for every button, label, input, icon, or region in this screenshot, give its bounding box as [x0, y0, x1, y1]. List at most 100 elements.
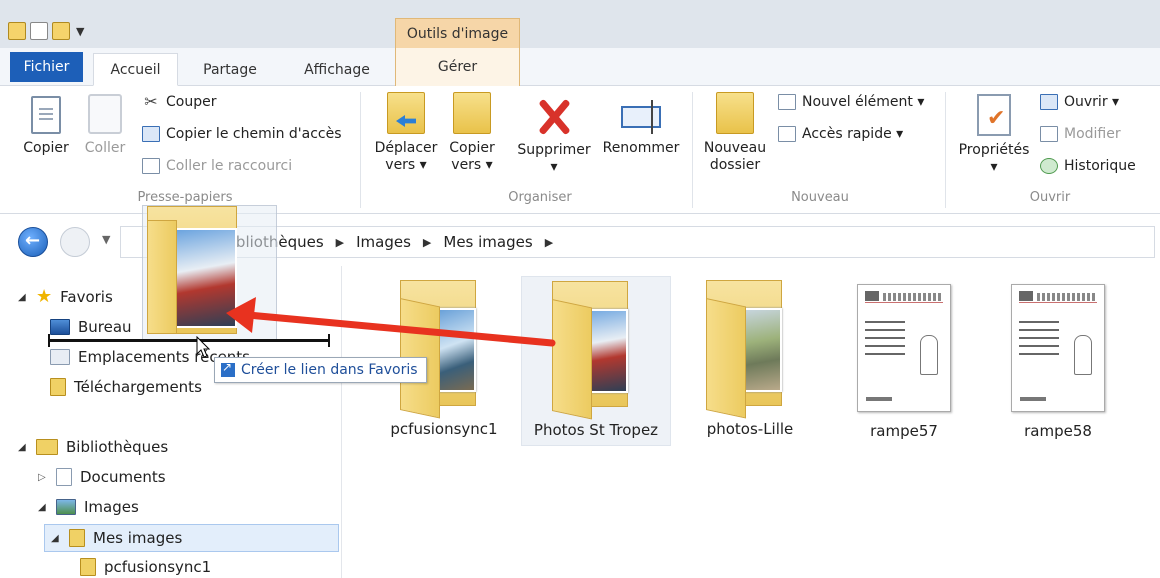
ouvrir-label: Ouvrir ▾	[1064, 94, 1120, 110]
file-name: photos-Lille	[706, 420, 794, 438]
document-thumbnail-icon	[857, 284, 951, 412]
tab-fichier[interactable]: Fichier	[10, 52, 83, 82]
breadcrumb-separator-icon[interactable]: ▶	[336, 236, 344, 249]
breadcrumb-separator-icon[interactable]: ▶	[423, 236, 431, 249]
breadcrumb-item[interactable]: Images	[356, 233, 411, 251]
file-item[interactable]: photos-Lille	[675, 276, 825, 446]
proprietes-button[interactable]: Propriétés ▾	[952, 94, 1036, 176]
nav-item-telechargements[interactable]: Téléchargements	[50, 378, 202, 396]
expand-triangle-icon[interactable]: ◢	[38, 502, 48, 513]
expand-triangle-icon[interactable]: ◢	[51, 533, 61, 544]
nav-item-pcfusionsync1[interactable]: pcfusionsync1	[80, 558, 211, 576]
file-name: rampe58	[1024, 422, 1092, 440]
properties-quick-icon[interactable]	[30, 22, 48, 40]
easy-access-icon	[778, 126, 796, 142]
forward-button[interactable]	[60, 227, 90, 257]
nav-item-images[interactable]: ◢ Images	[38, 498, 139, 516]
document-thumbnail-icon	[1011, 284, 1105, 412]
open-icon	[1040, 94, 1058, 110]
nav-label: Documents	[80, 468, 166, 486]
supprimer-button[interactable]: Supprimer ▾	[512, 94, 596, 176]
historique-button[interactable]: Historique	[1040, 158, 1136, 174]
edit-pencil-icon	[1040, 126, 1058, 142]
nouveau-dossier-label-2: dossier	[709, 157, 761, 173]
file-list: pcfusionsync1 Photos St Tropez photos-Li…	[343, 266, 1160, 578]
supprimer-dropdown[interactable]: ▾	[550, 159, 557, 176]
recent-locations-chevron-icon[interactable]: ▼	[102, 233, 110, 246]
photo-folder-icon	[396, 280, 492, 419]
renommer-button[interactable]: Renommer	[598, 94, 684, 157]
file-item[interactable]: rampe57	[829, 276, 979, 446]
nouvel-element-button[interactable]: Nouvel élément ▾	[778, 94, 924, 110]
new-folder-icon	[716, 92, 754, 134]
file-name: rampe57	[870, 422, 938, 440]
drag-tooltip: Créer le lien dans Favoris	[214, 357, 427, 383]
tab-accueil[interactable]: Accueil	[93, 53, 178, 86]
copier-button[interactable]: Copier	[18, 96, 74, 157]
copier-vers-button[interactable]: Copier vers ▾	[444, 92, 500, 174]
expand-triangle-icon[interactable]: ◢	[18, 292, 28, 303]
explorer-icon[interactable]	[8, 22, 26, 40]
expand-triangle-icon[interactable]: ◢	[18, 442, 28, 453]
breadcrumb-separator-icon[interactable]: ▶	[545, 236, 553, 249]
mouse-pointer-icon	[196, 336, 210, 358]
couper-button[interactable]: ✂ Couper	[142, 94, 216, 111]
renommer-label: Renommer	[602, 140, 680, 156]
deplacer-vers-button[interactable]: Déplacer vers ▾	[370, 92, 442, 174]
copier-vers-label-1: Copier	[449, 140, 495, 156]
nav-item-mes-images[interactable]: ◢ Mes images	[44, 524, 339, 552]
history-clock-icon	[1040, 158, 1058, 174]
coller-button[interactable]: Coller	[80, 94, 130, 157]
proprietes-dropdown[interactable]: ▾	[990, 159, 997, 176]
properties-check-icon	[977, 94, 1011, 136]
nav-label: pcfusionsync1	[104, 558, 212, 576]
ribbon-separator	[692, 92, 693, 208]
new-folder-quick-icon[interactable]	[52, 22, 70, 40]
photo-folder-icon	[548, 281, 644, 420]
nouveau-dossier-button[interactable]: Nouveau dossier	[700, 92, 770, 174]
tab-partage[interactable]: Partage	[190, 53, 270, 86]
back-button[interactable]	[18, 227, 48, 257]
photo-folder-icon	[702, 280, 798, 419]
tab-affichage[interactable]: Affichage	[287, 53, 387, 86]
coller-raccourci-label: Coller le raccourci	[166, 158, 293, 174]
drag-tooltip-text: Créer le lien dans Favoris	[241, 362, 418, 378]
rename-icon	[621, 100, 661, 134]
copy-path-icon	[142, 126, 160, 142]
nav-label: Favoris	[60, 288, 113, 306]
nav-item-bibliotheques[interactable]: ◢ Bibliothèques	[18, 438, 168, 456]
acces-rapide-button[interactable]: Accès rapide ▾	[778, 126, 903, 142]
file-name: Photos St Tropez	[533, 421, 659, 439]
copy-icon	[31, 96, 61, 134]
copier-chemin-button[interactable]: Copier le chemin d'accès	[142, 126, 342, 142]
folder-icon	[69, 529, 85, 547]
nav-label: Téléchargements	[74, 378, 202, 396]
modifier-button[interactable]: Modifier	[1040, 126, 1121, 142]
new-item-icon	[778, 94, 796, 110]
coller-label: Coller	[84, 140, 126, 156]
nav-label: Images	[84, 498, 139, 516]
paste-shortcut-icon	[142, 158, 160, 174]
nouvel-element-label: Nouvel élément ▾	[802, 94, 925, 110]
nav-item-favoris[interactable]: ◢ ★ Favoris	[18, 288, 113, 307]
ouvrir-button[interactable]: Ouvrir ▾	[1040, 94, 1119, 110]
desktop-icon	[50, 319, 70, 335]
documents-icon	[56, 468, 72, 486]
ribbon-tabs: Fichier Accueil Partage Affichage Gérer	[0, 48, 1160, 86]
acces-rapide-label: Accès rapide ▾	[802, 126, 904, 142]
pictures-icon	[56, 499, 76, 515]
customize-toolbar-chevron-icon[interactable]: ▼	[76, 25, 84, 38]
nav-item-bureau[interactable]: Bureau	[50, 318, 132, 336]
tab-gerer[interactable]: Gérer	[395, 48, 520, 86]
file-item[interactable]: Photos St Tropez	[521, 276, 671, 446]
collapse-triangle-icon[interactable]: ▷	[38, 472, 48, 483]
breadcrumb-item[interactable]: Mes images	[443, 233, 532, 251]
drop-insertion-line	[48, 334, 330, 347]
copier-label: Copier	[23, 140, 69, 156]
recent-places-icon	[50, 349, 70, 365]
coller-raccourci-button[interactable]: Coller le raccourci	[142, 158, 292, 174]
nav-item-documents[interactable]: ▷ Documents	[38, 468, 166, 486]
file-item[interactable]: rampe58	[983, 276, 1133, 446]
downloads-folder-icon	[50, 378, 66, 396]
deplacer-label-2: vers ▾	[385, 157, 427, 173]
